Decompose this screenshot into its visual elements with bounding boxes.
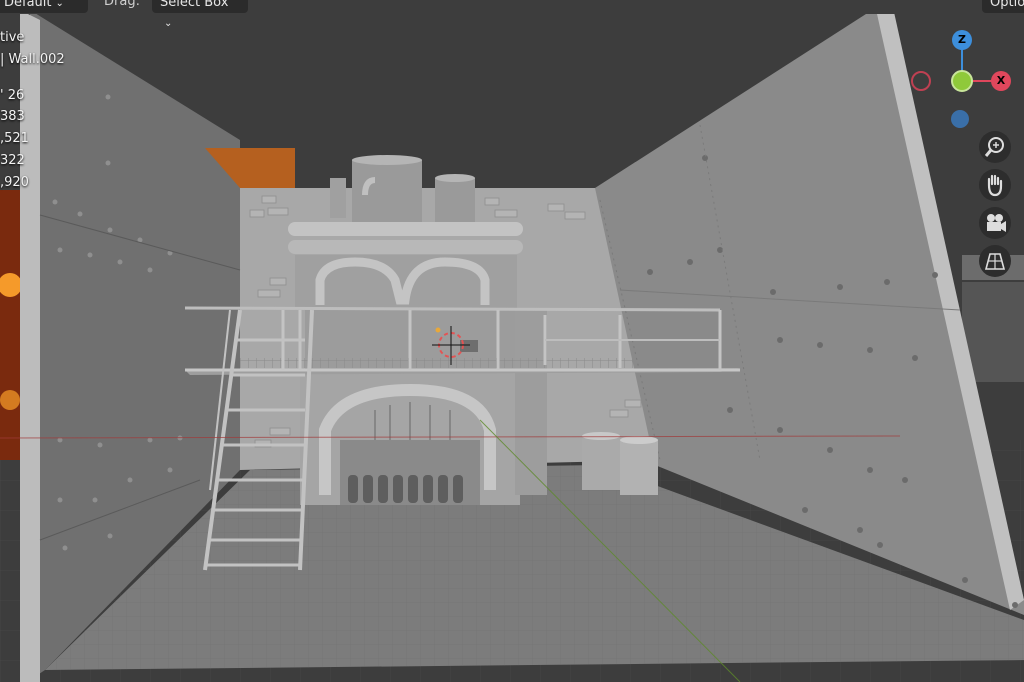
zoom-icon-glyph: [984, 137, 1004, 157]
camera-icon[interactable]: [979, 207, 1011, 239]
3d-viewport[interactable]: [0, 0, 1024, 682]
chevron-down-icon: ⌄: [164, 18, 173, 29]
drag-label: Drag:: [104, 0, 140, 9]
stat-value: 383: [0, 109, 25, 124]
zoom-icon[interactable]: [979, 131, 1011, 163]
neg-x-axis-ball[interactable]: [911, 71, 931, 91]
pan-hand-icon[interactable]: [979, 169, 1011, 201]
x-label: X: [996, 74, 1006, 87]
stat-value: ,521: [0, 131, 29, 146]
y-axis-ball[interactable]: [951, 70, 973, 92]
drag-dropdown[interactable]: Select Box ⌄: [152, 0, 248, 29]
x-axis-ball[interactable]: X: [991, 71, 1011, 91]
stat-value: ' 26: [0, 88, 25, 103]
chevron-down-icon: ⌄: [55, 0, 64, 9]
z-axis-ball[interactable]: Z: [952, 30, 972, 50]
ortho-grid-icon-glyph: [984, 253, 1006, 270]
navigation-gizmo[interactable]: Z X: [905, 25, 1015, 135]
ortho-grid-icon[interactable]: [979, 245, 1011, 277]
stat-value: ,920: [0, 175, 29, 190]
overlay-object-name: | Wall.002: [0, 52, 65, 67]
scene-render[interactable]: [0, 0, 1024, 682]
drag-value: Select Box: [160, 0, 229, 10]
mode-dropdown[interactable]: Default ⌄: [0, 0, 88, 13]
overlay-line-1: tive: [0, 30, 25, 45]
viewport-header: Default ⌄ Drag: Select Box⌄ Optio: [0, 0, 1024, 29]
options-button[interactable]: Optio: [982, 0, 1024, 13]
stat-value: 322: [0, 153, 25, 168]
mode-value: Default: [4, 0, 52, 10]
z-label: Z: [958, 33, 966, 46]
options-label: Optio: [990, 0, 1024, 10]
neg-z-axis-ball[interactable]: [951, 110, 969, 128]
camera-icon-glyph: [987, 214, 1006, 232]
barrels: [582, 432, 658, 495]
pan-hand-icon-glyph: [987, 174, 1003, 197]
